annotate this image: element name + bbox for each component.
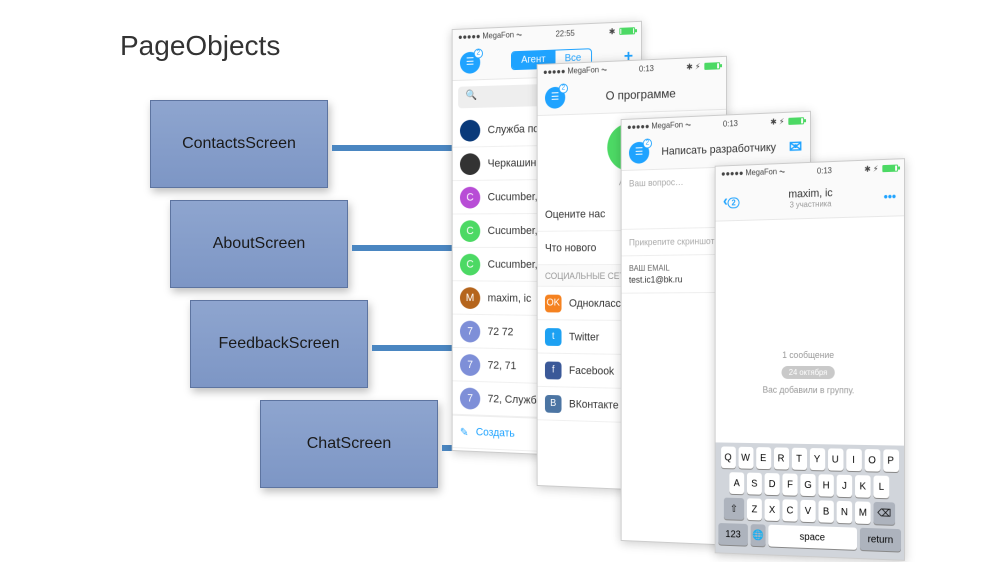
contact-label: Cucumber, <box>488 225 538 237</box>
key[interactable]: G <box>800 474 815 496</box>
avatar: 7 <box>460 387 480 409</box>
social-label: Facebook <box>569 364 614 377</box>
avatar: 7 <box>460 320 480 342</box>
chat-header: ‹2 maxim, ic 3 участника ••• <box>716 175 904 221</box>
social-label: Twitter <box>569 331 599 343</box>
chat-subtitle: 3 участника <box>788 199 832 209</box>
social-icon: t <box>545 328 562 346</box>
key[interactable]: A <box>729 472 744 494</box>
contact-label: 72 72 <box>488 325 514 337</box>
avatar: C <box>460 220 480 242</box>
key[interactable]: L <box>874 476 890 499</box>
social-icon: OK <box>545 294 562 312</box>
key[interactable]: F <box>782 473 797 495</box>
chats-badge-icon[interactable]: ☰2 <box>460 51 480 73</box>
key[interactable]: ⇧ <box>724 498 744 520</box>
po-contacts: ContactsScreen <box>150 100 328 188</box>
key[interactable]: Y <box>809 448 824 470</box>
key-return[interactable]: return <box>860 528 901 552</box>
contact-label: Служба по <box>488 123 539 136</box>
send-icon[interactable]: ✉ <box>789 136 802 157</box>
contact-label: Черкашин <box>488 157 537 170</box>
key[interactable]: R <box>774 447 789 469</box>
key[interactable]: T <box>791 448 806 470</box>
key[interactable]: W <box>738 447 753 469</box>
key[interactable]: S <box>747 473 762 495</box>
arrow-contacts <box>332 145 462 151</box>
key[interactable]: Z <box>747 498 762 520</box>
avatar: 7 <box>460 354 480 376</box>
social-icon: B <box>545 394 562 412</box>
key[interactable]: U <box>828 448 843 470</box>
social-label: ВКонтакте <box>569 398 619 411</box>
key[interactable]: O <box>864 449 880 472</box>
avatar: C <box>460 186 480 208</box>
po-about: AboutScreen <box>170 200 348 288</box>
key[interactable]: I <box>846 449 862 472</box>
contact-label: 72, Служба <box>488 393 542 407</box>
key[interactable]: N <box>837 501 852 524</box>
contact-label: maxim, ic <box>488 292 532 304</box>
avatar <box>460 119 480 141</box>
key-123[interactable]: 123 <box>718 523 748 546</box>
key[interactable]: H <box>818 474 833 496</box>
po-feedback: FeedbackScreen <box>190 300 368 388</box>
chats-badge-icon[interactable]: ☰2 <box>545 86 565 108</box>
key[interactable]: K <box>855 475 871 498</box>
key-space[interactable]: space <box>768 525 857 550</box>
key[interactable]: Q <box>721 446 736 468</box>
date-pill: 24 октября <box>781 366 835 379</box>
key[interactable]: V <box>800 500 815 522</box>
page-title: PageObjects <box>120 30 280 62</box>
chat-settings-icon[interactable]: ••• <box>884 188 896 203</box>
contact-label: Cucumber, <box>488 258 538 270</box>
key[interactable]: M <box>855 501 871 524</box>
avatar: C <box>460 253 480 275</box>
chats-badge-icon[interactable]: ☰2 <box>629 141 649 163</box>
social-icon: f <box>545 361 562 379</box>
contact-label: Cucumber, <box>488 191 538 203</box>
key[interactable]: P <box>883 449 899 472</box>
key[interactable]: E <box>756 447 771 469</box>
key[interactable]: B <box>818 500 833 523</box>
key[interactable]: C <box>782 499 797 521</box>
key[interactable]: D <box>765 473 780 495</box>
key[interactable]: ⌫ <box>874 502 896 525</box>
key-globe[interactable]: 🌐 <box>751 524 766 546</box>
avatar <box>460 153 480 175</box>
key[interactable]: J <box>837 475 852 498</box>
keyboard[interactable]: QWERTYUIOP ASDFGHJKL ⇧ZXCVBNM⌫ 123 🌐 space… <box>716 442 904 559</box>
phone-chat: ●●●●● MegaFon ⏦ 0:13 ✱ ⚡︎ ‹2 maxim, ic 3… <box>715 158 905 561</box>
avatar: M <box>460 287 480 309</box>
key[interactable]: X <box>765 499 780 521</box>
about-header: ☰2 О программе <box>538 73 726 116</box>
contact-label: 72, 71 <box>488 359 517 372</box>
feedback-title: Написать разработчику <box>661 141 776 157</box>
po-chat: ChatScreen <box>260 400 438 488</box>
back-icon[interactable]: ‹2 <box>723 192 739 210</box>
about-title: О программе <box>606 86 676 103</box>
